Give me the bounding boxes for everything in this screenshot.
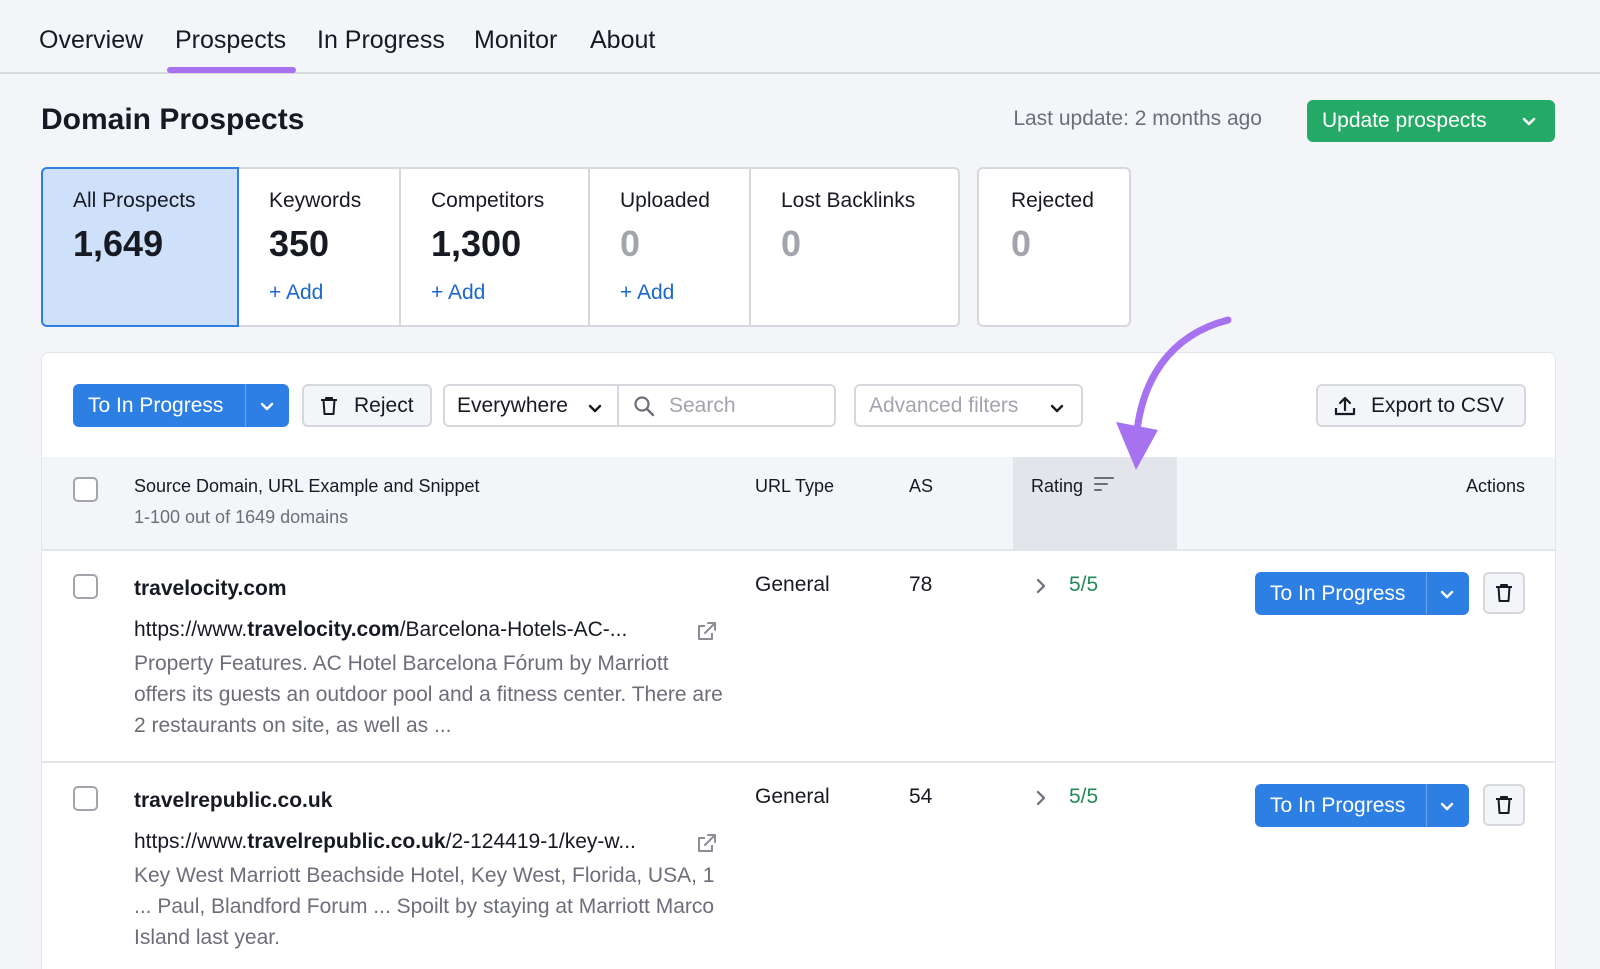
row-checkbox[interactable] xyxy=(73,574,98,599)
row-url-type: General xyxy=(755,573,830,596)
table-row: travelrepublic.co.uk https://www.travelr… xyxy=(42,763,1555,969)
card-value: 350 xyxy=(269,223,330,264)
chevron-right-icon[interactable] xyxy=(1031,788,1051,808)
search-placeholder: Search xyxy=(669,393,736,417)
competitors-add-link[interactable]: + Add xyxy=(431,281,485,305)
row-rating: 5/5 xyxy=(1069,785,1099,808)
column-actions: Actions xyxy=(1465,476,1525,496)
row-to-in-progress-button[interactable]: To In Progress xyxy=(1255,784,1469,827)
row-checkbox[interactable] xyxy=(73,786,98,811)
card-label: All Prospects xyxy=(73,189,196,212)
advanced-filters-select[interactable]: Advanced filters xyxy=(854,384,1083,427)
top-navigation: Overview Prospects In Progress Monitor A… xyxy=(0,0,1600,74)
row-url-type: General xyxy=(755,785,830,808)
url-prefix: https://www. xyxy=(134,830,248,853)
card-label: Keywords xyxy=(269,189,362,212)
chevron-down-icon[interactable] xyxy=(1437,584,1457,604)
card-label: Competitors xyxy=(431,189,545,212)
chevron-right-icon[interactable] xyxy=(1031,576,1051,596)
url-suffix: /2-124419-1/key-w... xyxy=(445,830,636,853)
export-csv-button[interactable]: Export to CSV xyxy=(1316,384,1526,427)
external-link-icon[interactable] xyxy=(695,831,719,855)
chevron-down-icon[interactable] xyxy=(1437,796,1457,816)
tab-prospects[interactable]: Prospects xyxy=(166,0,297,73)
rating-label: Rating xyxy=(1031,476,1084,496)
page-title: Domain Prospects xyxy=(41,103,305,136)
card-rejected[interactable]: Rejected 0 xyxy=(977,167,1131,327)
select-all-checkbox[interactable] xyxy=(73,477,98,502)
url-prefix: https://www. xyxy=(134,618,248,641)
tab-in-progress[interactable]: In Progress xyxy=(317,0,445,55)
update-prospects-label: Update prospects xyxy=(1322,109,1487,132)
trash-icon xyxy=(1496,796,1512,814)
search-input[interactable]: Search xyxy=(617,384,836,427)
card-value: 0 xyxy=(620,223,641,264)
uploaded-add-link[interactable]: + Add xyxy=(620,281,674,305)
upload-icon xyxy=(1334,396,1356,415)
chevron-down-icon[interactable] xyxy=(257,396,277,416)
last-update-text: Last update: 2 months ago xyxy=(1013,107,1262,130)
row-domain[interactable]: travelrepublic.co.uk xyxy=(134,789,332,813)
to-in-progress-bulk-button[interactable]: To In Progress xyxy=(73,384,289,427)
advanced-filters-label: Advanced filters xyxy=(869,393,1019,417)
card-lost-backlinks[interactable]: Lost Backlinks 0 xyxy=(751,167,960,327)
row-as: 78 xyxy=(909,573,933,596)
external-link-icon[interactable] xyxy=(695,619,719,643)
keywords-add-link[interactable]: + Add xyxy=(269,281,323,305)
reject-label: Reject xyxy=(354,393,414,417)
trash-icon xyxy=(321,396,337,415)
row-as: 54 xyxy=(909,785,933,808)
row-delete-button[interactable] xyxy=(1483,784,1525,826)
row-snippet: Property Features. AC Hotel Barcelona Fó… xyxy=(134,652,723,737)
domains-count: 1-100 out of 1649 domains xyxy=(134,507,349,527)
column-source-domain[interactable]: Source Domain, URL Example and Snippet xyxy=(134,476,480,497)
chevron-down-icon xyxy=(1050,404,1064,413)
trash-icon xyxy=(1496,584,1512,602)
card-value: 1,300 xyxy=(431,223,522,264)
row-delete-button[interactable] xyxy=(1483,572,1525,614)
prospect-source-cards: All Prospects 1,649 Keywords 350 + Add C… xyxy=(41,167,960,327)
card-label: Uploaded xyxy=(620,189,710,212)
card-value: 0 xyxy=(1011,223,1032,264)
update-prospects-button[interactable]: Update prospects xyxy=(1307,100,1555,142)
url-suffix: /Barcelona-Hotels-AC-... xyxy=(399,618,628,641)
row-snippet: Key West Marriott Beachside Hotel, Key W… xyxy=(134,864,715,949)
row-rating: 5/5 xyxy=(1069,573,1099,596)
tab-monitor[interactable]: Monitor xyxy=(474,0,557,55)
table-toolbar: To In Progress Reject Everywhere Search … xyxy=(42,353,1555,457)
scope-value: Everywhere xyxy=(457,393,568,417)
row-to-in-progress-button[interactable]: To In Progress xyxy=(1255,572,1469,615)
url-domain: travelocity.com xyxy=(247,618,400,641)
row-url[interactable]: https://www.travelocity.com/Barcelona-Ho… xyxy=(134,618,627,642)
prospects-table-panel: To In Progress Reject Everywhere Search … xyxy=(41,352,1556,969)
row-url[interactable]: https://www.travelrepublic.co.uk/2-12441… xyxy=(134,830,636,854)
column-as[interactable]: AS xyxy=(909,476,933,497)
table-row: travelocity.com https://www.travelocity.… xyxy=(42,551,1555,763)
card-all-prospects[interactable]: All Prospects 1,649 xyxy=(41,167,239,327)
search-icon xyxy=(634,395,655,416)
card-competitors[interactable]: Competitors 1,300 + Add xyxy=(401,167,590,327)
row-domain[interactable]: travelocity.com xyxy=(134,577,287,601)
chevron-down-icon xyxy=(588,404,602,413)
card-value: 0 xyxy=(781,223,802,264)
tab-about[interactable]: About xyxy=(590,0,655,55)
card-label: Lost Backlinks xyxy=(781,189,916,212)
url-domain: travelrepublic.co.uk xyxy=(247,830,446,853)
row-to-in-progress-label: To In Progress xyxy=(1270,793,1406,817)
chevron-down-icon xyxy=(1522,117,1536,126)
column-url-type[interactable]: URL Type xyxy=(755,476,834,497)
table-header: Source Domain, URL Example and Snippet 1… xyxy=(42,457,1555,551)
to-in-progress-label: To In Progress xyxy=(88,393,224,417)
card-uploaded[interactable]: Uploaded 0 + Add xyxy=(590,167,751,327)
scope-select[interactable]: Everywhere xyxy=(443,384,619,427)
column-rating[interactable]: Rating xyxy=(1031,476,1114,497)
card-label: Rejected xyxy=(1011,189,1094,212)
reject-button[interactable]: Reject xyxy=(302,384,432,427)
tab-overview[interactable]: Overview xyxy=(39,0,143,55)
export-label: Export to CSV xyxy=(1371,393,1505,417)
annotation-arrow xyxy=(1116,316,1232,470)
card-value: 1,649 xyxy=(73,223,164,264)
card-keywords[interactable]: Keywords 350 + Add xyxy=(239,167,401,327)
row-to-in-progress-label: To In Progress xyxy=(1270,581,1406,605)
